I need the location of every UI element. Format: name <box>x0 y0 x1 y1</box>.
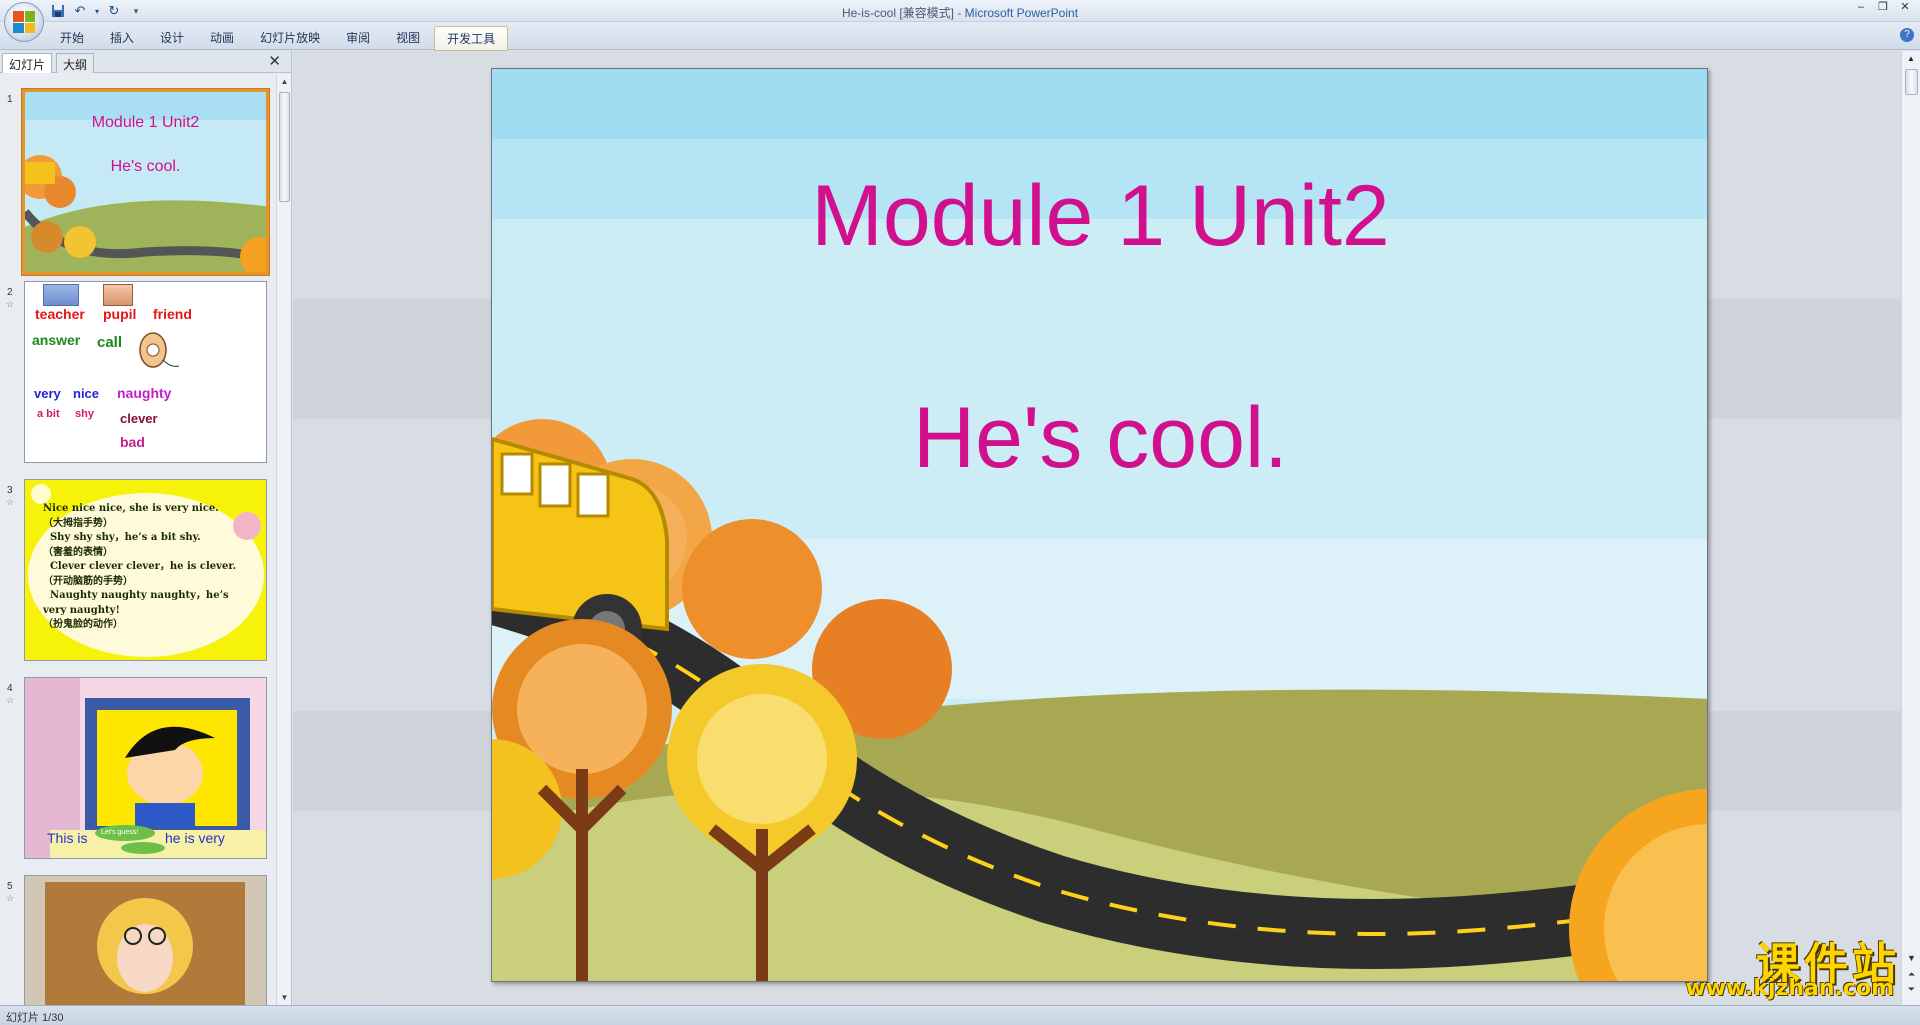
tab-home[interactable]: 开始 <box>48 26 96 51</box>
tab-developer[interactable]: 开发工具 <box>434 26 509 51</box>
word-bad: bad <box>120 434 145 450</box>
thumbnail-number: 3 <box>7 485 13 496</box>
slide-editing-area: Module 1 Unit2 He's cool. <box>293 51 1901 1005</box>
thumbnail-subtitle: He's cool. <box>110 158 181 175</box>
animation-star-icon: ☆ <box>6 299 15 309</box>
minimize-icon[interactable]: – <box>1850 0 1872 16</box>
slide-counter: 幻灯片 1/30 <box>6 1012 64 1024</box>
thumbnail-list: 1 Module 1 Unit2 He's cool. 2 ☆ teacher … <box>0 74 276 1005</box>
thumbnail-number: 1 <box>7 94 13 105</box>
thumbnail-number: 4 <box>7 683 13 694</box>
scroll-thumb[interactable] <box>279 92 290 202</box>
scroll-down-icon[interactable]: ▼ <box>1904 953 1919 963</box>
slide-thumbnail-1[interactable]: Module 1 Unit2 He's cool. <box>21 88 270 276</box>
close-pane-icon[interactable]: ✕ <box>268 52 281 70</box>
thumbnail-caption-left: This is <box>47 830 88 846</box>
office-button[interactable] <box>4 2 44 42</box>
word-nice: nice <box>73 386 100 401</box>
help-icon[interactable]: ? <box>1900 28 1914 42</box>
slides-pane: 幻灯片 大纲 ✕ 1 Module 1 Unit2 He's cool. 2 ☆… <box>0 51 292 1005</box>
thumbnail-title: Module 1 Unit2 <box>91 114 200 131</box>
tab-review[interactable]: 审阅 <box>334 26 382 51</box>
scroll-up-icon[interactable]: ▲ <box>277 74 292 89</box>
slide-thumbnail-2[interactable]: teacher pupil friend answer call very ni… <box>24 281 267 463</box>
slide-title[interactable]: Module 1 Unit2 <box>492 167 1707 266</box>
app-name: Microsoft PowerPoint <box>964 6 1079 20</box>
status-bar: 幻灯片 1/30 <box>0 1005 1920 1025</box>
slide-thumbnail-3[interactable]: Nice nice nice, she is very nice. （大拇指手势… <box>24 479 267 661</box>
thumbnail-chant-text: Nice nice nice, she is very nice. （大拇指手势… <box>43 503 237 630</box>
telephone-icon <box>135 328 180 368</box>
site-watermark: 课件站 www.kjzhan.com <box>1670 928 1900 1002</box>
tab-insert[interactable]: 插入 <box>98 26 146 51</box>
office-logo-icon <box>13 11 35 33</box>
slide-thumbnail-4[interactable]: This is he is very Let's guess! <box>24 677 267 859</box>
watermark-url: www.kjzhan.com <box>1685 976 1894 1001</box>
window-controls: – ❐ ✕ <box>1850 0 1916 16</box>
word-call: call <box>97 334 123 351</box>
scroll-thumb[interactable] <box>1905 69 1918 95</box>
slide-thumbnail-5[interactable] <box>24 875 267 1005</box>
pane-tabs: 幻灯片 大纲 ✕ <box>0 51 291 73</box>
tab-slides[interactable]: 幻灯片 <box>2 53 53 73</box>
tab-slideshow[interactable]: 幻灯片放映 <box>248 26 332 51</box>
word-clever: clever <box>120 411 158 426</box>
document-title: He-is-cool [兼容模式] - <box>841 6 965 20</box>
previous-slide-icon[interactable]: ⏶ <box>1904 969 1919 980</box>
word-teacher: teacher <box>35 306 85 322</box>
tab-outline[interactable]: 大纲 <box>56 53 95 73</box>
slide-subtitle[interactable]: He's cool. <box>492 389 1707 488</box>
title-bar: ↶ ▾ ↻ ▾ He-is-cool [兼容模式] - Microsoft Po… <box>0 0 1920 42</box>
close-icon[interactable]: ✕ <box>1894 0 1916 16</box>
teacher-picture <box>43 284 79 306</box>
thumbnail-number: 5 <box>7 881 13 892</box>
word-shy: shy <box>75 408 94 420</box>
thumbnail-scrollbar[interactable]: ▲ ▼ <box>276 74 291 1005</box>
animation-star-icon: ☆ <box>6 695 15 705</box>
tab-design[interactable]: 设计 <box>148 26 196 51</box>
animation-star-icon: ☆ <box>6 893 15 903</box>
thumbnail-bubble-text: Let's guess! <box>101 829 139 836</box>
scroll-down-icon[interactable]: ▼ <box>277 990 292 1005</box>
slide-scrollbar[interactable]: ▲ ▼ ⏶ ⏷ <box>1901 51 1920 1005</box>
tab-animations[interactable]: 动画 <box>198 26 246 51</box>
thumbnail-background <box>25 876 266 1005</box>
restore-icon[interactable]: ❐ <box>1872 0 1894 16</box>
next-slide-icon[interactable]: ⏷ <box>1904 984 1919 995</box>
tab-view[interactable]: 视图 <box>384 26 432 51</box>
scroll-up-icon[interactable]: ▲ <box>1902 51 1920 67</box>
pupil-picture <box>103 284 133 306</box>
word-naughty: naughty <box>117 385 172 401</box>
animation-star-icon: ☆ <box>6 497 15 507</box>
word-answer: answer <box>32 332 81 348</box>
word-friend: friend <box>153 306 192 322</box>
current-slide[interactable]: Module 1 Unit2 He's cool. <box>491 68 1708 982</box>
word-a-bit: a bit <box>37 408 60 420</box>
window-title: He-is-cool [兼容模式] - Microsoft PowerPoint <box>0 4 1920 21</box>
thumbnail-number: 2 <box>7 287 13 298</box>
thumbnail-caption-right: he is very <box>165 830 225 846</box>
word-pupil: pupil <box>103 306 137 322</box>
word-very: very <box>34 386 61 401</box>
ribbon-tabs: 开始 插入 设计 动画 幻灯片放映 审阅 视图 开发工具 ? <box>0 22 1920 51</box>
